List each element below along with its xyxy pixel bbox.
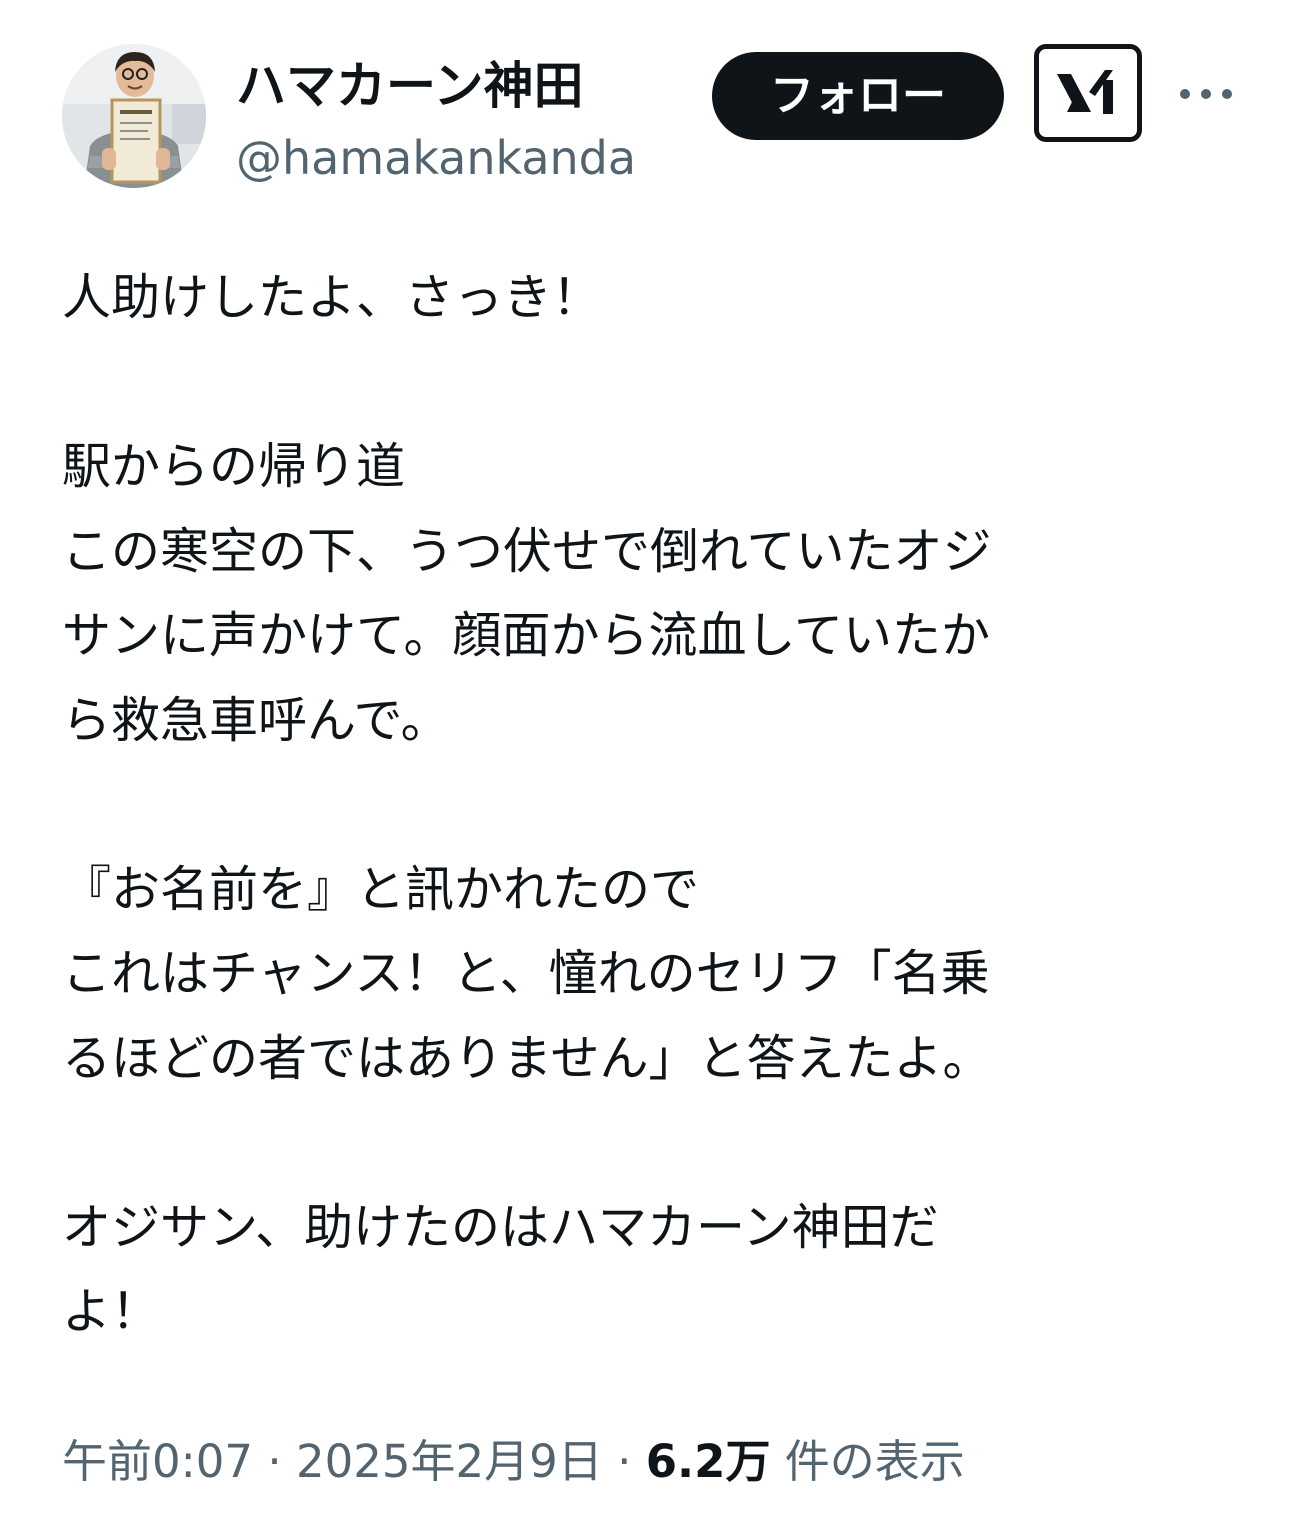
tweet-meta: 午前0:07 · 2025年2月9日 · 6.2万 件の表示 [62,1430,965,1494]
tweet-line: よ！ [62,1283,161,1340]
tweet-time[interactable]: 午前0:07 [62,1435,253,1488]
meta-separator: · [617,1435,632,1488]
avatar[interactable] [62,44,206,188]
tweet-line: るほどの者ではありません」と答えたよ。 [62,1029,992,1087]
author-display-name[interactable]: ハマカーン神田 [236,56,584,116]
tweet-text: 人助けしたよ、さっき！ 駅からの帰り道 この寒空の下、うつ伏せで倒れていたオジ … [62,256,1252,1355]
tweet-line: オジサン、助けたのはハマカーン神田だ [62,1198,939,1256]
views-label: 件の表示 [784,1435,965,1488]
tweet-header: ハマカーン神田 @hamakankanda フォロー [62,42,1242,192]
tweet-line: 駅からの帰り道 [62,438,406,495]
tweet-line: サンに声かけて。顔面から流血していたか [62,607,991,664]
grok-icon[interactable] [1034,44,1142,142]
tweet-line [62,341,1252,426]
tweet-line [62,1101,1252,1186]
tweet-date[interactable]: 2025年2月9日 [296,1435,603,1488]
meta-separator: · [267,1435,282,1488]
more-options-icon[interactable] [1176,72,1236,116]
tweet-line: 『お名前を』と訊かれたので [62,860,700,918]
tweet-line: 人助けしたよ、さっき！ [62,269,602,326]
author-handle[interactable]: @hamakankanda [236,130,636,186]
tweet-line [62,763,1252,848]
tweet-line: この寒空の下、うつ伏せで倒れていたオジ [62,522,992,580]
tweet-line: ら救急車呼んで。 [62,691,450,749]
views-count: 6.2万 [645,1435,771,1488]
follow-button[interactable]: フォロー [712,52,1004,140]
tweet-line: これはチャンス！と、憧れのセリフ「名乗 [62,945,990,1002]
